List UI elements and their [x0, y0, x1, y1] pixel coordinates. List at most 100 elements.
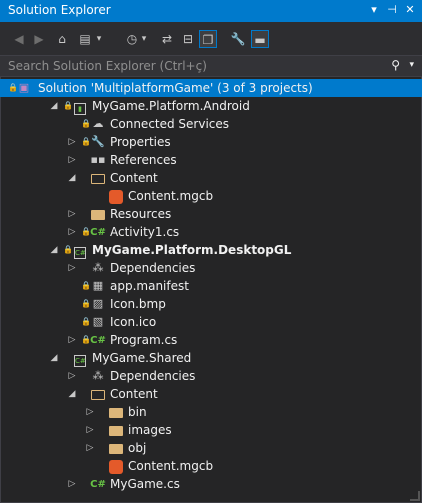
tree-item-label: Icon.bmp — [110, 297, 166, 311]
tree-item[interactable]: 🔒 ▨ Icon.bmp — [0, 295, 422, 313]
collapsed-arrow-icon[interactable]: ▷ — [85, 421, 95, 439]
dependencies-icon: ⁂ — [92, 369, 104, 382]
window-position-dropdown-icon[interactable]: ▾ — [366, 2, 382, 18]
csharp-icon: C# — [90, 479, 106, 490]
forward-icon[interactable]: ▶ — [30, 30, 48, 48]
tree-item-label: Icon.ico — [110, 315, 157, 329]
expanded-arrow-icon[interactable]: ◢ — [67, 385, 77, 403]
expanded-arrow-icon[interactable]: ◢ — [49, 97, 59, 115]
collapsed-arrow-icon[interactable]: ▷ — [67, 331, 77, 349]
switch-views-icon[interactable]: ▤ — [76, 30, 94, 48]
monogame-icon — [108, 188, 124, 204]
monogame-icon — [108, 458, 124, 474]
close-icon[interactable]: ✕ — [402, 2, 418, 18]
folder-icon — [90, 206, 106, 222]
tree-item-label: MyGame.Platform.Android — [92, 99, 250, 113]
tree-item[interactable]: ◢ Content — [0, 385, 422, 403]
csproj-icon: C# — [74, 247, 86, 259]
show-all-files-icon[interactable]: ❐ — [199, 30, 217, 48]
tree-item[interactable]: ▷ C# MyGame.cs — [0, 475, 422, 493]
tree-item[interactable]: ▷ ▪▪ References — [0, 151, 422, 169]
csharp-icon: C# — [90, 335, 106, 346]
filter-dropdown-icon[interactable]: ▾ — [139, 30, 149, 48]
tree-item[interactable]: 🔒 ▧ Icon.ico — [0, 313, 422, 331]
home-icon[interactable]: ⌂ — [53, 30, 71, 48]
collapsed-arrow-icon[interactable]: ▷ — [67, 475, 77, 493]
collapsed-arrow-icon[interactable]: ▷ — [85, 439, 95, 457]
tree-item-label: MyGame.Shared — [92, 351, 192, 365]
search-bar[interactable]: Search Solution Explorer (Ctrl+ç) ⚲ ▾ — [0, 55, 422, 77]
ico-icon: ▧ — [92, 315, 104, 328]
tree-item[interactable]: ▷ ⁂ Dependencies — [0, 259, 422, 277]
collapsed-arrow-icon[interactable]: ▷ — [67, 367, 77, 385]
folder-icon — [108, 404, 124, 420]
tree-item-label: References — [110, 153, 177, 167]
tree-item[interactable]: ▷ obj — [0, 439, 422, 457]
wrench-icon: 🔧 — [91, 135, 105, 148]
tree-item[interactable]: ◢ C# MyGame.Shared — [0, 349, 422, 367]
switch-views-dropdown-icon[interactable]: ▾ — [94, 30, 104, 48]
tree-item[interactable]: ▷ bin — [0, 403, 422, 421]
tree-item-label: Content — [110, 387, 158, 401]
tree-item[interactable]: Content.mgcb — [0, 187, 422, 205]
search-input[interactable]: Search Solution Explorer (Ctrl+ç) — [8, 59, 207, 73]
collapsed-arrow-icon[interactable]: ▷ — [67, 133, 77, 151]
tree-item-label: Dependencies — [110, 261, 196, 275]
collapsed-arrow-icon[interactable]: ▷ — [67, 151, 77, 169]
tree-item-label: obj — [128, 441, 147, 455]
tree-item-label: MyGame.cs — [110, 477, 180, 491]
project-icon: ▮ — [72, 98, 88, 115]
collapsed-arrow-icon[interactable]: ▷ — [67, 205, 77, 223]
tree-item[interactable]: ◢ 🔒 ▮ MyGame.Platform.Android — [0, 97, 422, 115]
dependencies-icon: ⁂ — [92, 261, 104, 274]
expanded-arrow-icon[interactable]: ◢ — [49, 349, 59, 367]
cloud-icon: ☁ — [92, 117, 104, 130]
tree-item-label: Content.mgcb — [128, 189, 214, 203]
tree-item[interactable]: ◢ Content — [0, 169, 422, 187]
tree-item[interactable]: 🔒 ▣ Solution 'MultiplatformGame' (3 of 3 p… — [0, 79, 422, 97]
tree-item-label: Activity1.cs — [110, 225, 180, 239]
tree-item[interactable]: Content.mgcb — [0, 457, 422, 475]
search-options-dropdown-icon[interactable]: ▾ — [409, 60, 414, 70]
tree-item[interactable]: ▷ 🔒 🔧 Properties — [0, 133, 422, 151]
toolbar: ◀ ▶ ⌂ ▤ ▾ ◷ ▾ ⇄ ⊟ ❐ 🔧 ▬ — [0, 22, 422, 55]
sync-icon[interactable]: ⇄ — [158, 30, 176, 48]
folder-icon — [108, 422, 124, 438]
image-icon: ▨ — [92, 297, 104, 310]
csharp-icon: C# — [90, 227, 106, 238]
tree-item-label: Solution 'MultiplatformGame' (3 of 3 pro… — [38, 81, 313, 95]
expanded-arrow-icon[interactable]: ◢ — [67, 169, 77, 187]
tree-item[interactable]: 🔒 ▦ app.manifest — [0, 277, 422, 295]
manifest-icon: ▦ — [92, 279, 104, 292]
title-bar: Solution Explorer ▾ ⊣ ✕ — [0, 0, 422, 22]
tree-item[interactable]: ▷ ⁂ Dependencies — [0, 367, 422, 385]
back-icon[interactable]: ◀ — [10, 30, 28, 48]
collapsed-arrow-icon[interactable]: ▷ — [67, 223, 77, 241]
tree-item[interactable]: ▷ images — [0, 421, 422, 439]
tree-item[interactable]: ◢ 🔒 C# MyGame.Platform.DesktopGL — [0, 241, 422, 259]
properties-wrench-icon[interactable]: 🔧 — [229, 30, 247, 48]
collapse-all-icon[interactable]: ⊟ — [179, 30, 197, 48]
solution-icon: ▣ — [18, 81, 30, 94]
expanded-arrow-icon[interactable]: ◢ — [49, 241, 59, 259]
tree-item[interactable]: ▷ 🔒 C# Activity1.cs — [0, 223, 422, 241]
tree-item-label: Content — [110, 171, 158, 185]
search-icon[interactable]: ⚲ — [391, 58, 400, 72]
pin-icon[interactable]: ⊣ — [384, 2, 400, 18]
tree-item-label: Program.cs — [110, 333, 178, 347]
tree-item-label: app.manifest — [110, 279, 189, 293]
preview-selected-items-icon[interactable]: ▬ — [251, 30, 269, 48]
resize-grip[interactable] — [410, 491, 420, 501]
folder-open-icon — [90, 170, 106, 186]
folder-open-icon — [90, 386, 106, 402]
tree-item-label: images — [128, 423, 172, 437]
tree-item[interactable]: ▷ 🔒 C# Program.cs — [0, 331, 422, 349]
collapsed-arrow-icon[interactable]: ▷ — [85, 403, 95, 421]
tree-item-label: Properties — [110, 135, 171, 149]
panel-title: Solution Explorer — [8, 3, 111, 17]
tree-item[interactable]: ▷ Resources — [0, 205, 422, 223]
tree-item[interactable]: 🔒 ☁ Connected Services — [0, 115, 422, 133]
tree-item-label: Resources — [110, 207, 172, 221]
tree-item-label: MyGame.Platform.DesktopGL — [92, 243, 292, 257]
collapsed-arrow-icon[interactable]: ▷ — [67, 259, 77, 277]
